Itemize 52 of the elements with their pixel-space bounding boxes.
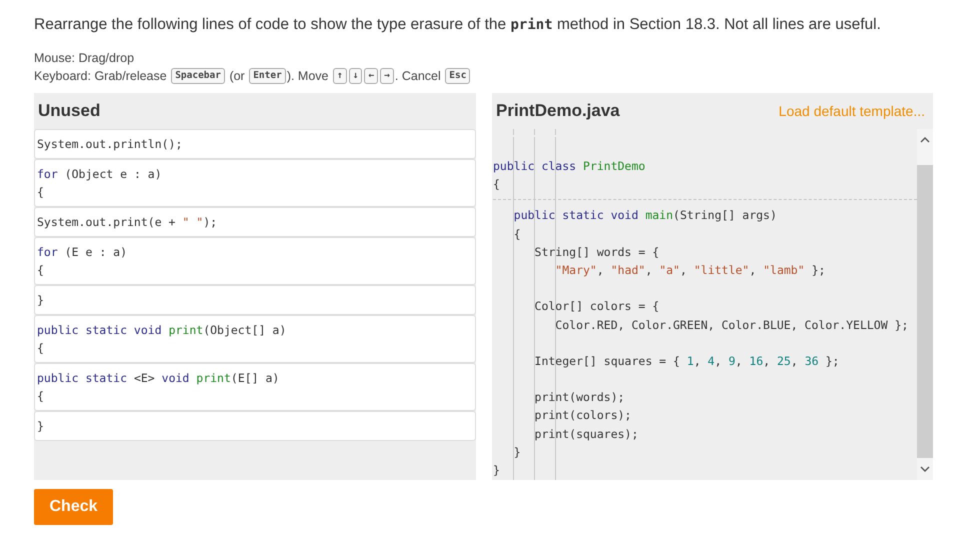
code-line: for (E e : a) xyxy=(37,244,128,261)
code-line: for (Object e : a) xyxy=(37,166,163,183)
code-line: { xyxy=(493,176,500,194)
code-line: public static void main(String[] args) xyxy=(512,207,777,224)
code-line: { xyxy=(512,226,521,243)
code-tile[interactable]: public static <E> void print(E[] a) { xyxy=(34,363,476,411)
code-line: } xyxy=(493,462,500,479)
file-name: PrintDemo.java xyxy=(496,101,620,121)
code-tile[interactable]: for (E e : a) { xyxy=(34,237,476,285)
code-tile[interactable]: public static void print(Object[] a) { xyxy=(34,315,476,363)
help-text: Mouse: Drag/drop xyxy=(34,51,134,65)
code-line: Integer[] squares = { 1, 4, 9, 16, 25, 36 }; xyxy=(534,352,840,370)
code-line: public static void print(Object[] a) xyxy=(37,322,288,339)
code-line: { xyxy=(37,388,45,405)
code-tile[interactable]: for (Object e : a) { xyxy=(34,159,476,207)
code-line: System.out.println(); xyxy=(37,136,184,153)
help-text: Keyboard: Grab/release xyxy=(34,69,168,83)
keyboard-key: Enter xyxy=(249,68,286,84)
code-tile[interactable]: } xyxy=(34,411,476,441)
code-line: } xyxy=(37,418,45,435)
keyboard-key: ↑ xyxy=(332,68,347,84)
code-line: public class PrintDemo xyxy=(493,158,646,175)
code-line: String[] words = { xyxy=(534,244,660,261)
code-line: print(squares); xyxy=(534,426,638,443)
code-line: print(words); xyxy=(534,389,625,406)
keyboard-key: ↓ xyxy=(348,68,362,84)
code-line: } xyxy=(37,292,45,309)
code-line: print(colors); xyxy=(534,407,632,424)
code-tile[interactable]: } xyxy=(34,285,476,315)
scroll-up-icon[interactable] xyxy=(920,137,930,143)
code-line: } xyxy=(512,444,521,461)
code-tile[interactable]: System.out.print(e + " "); xyxy=(34,207,476,237)
scroll-down-icon[interactable] xyxy=(920,466,930,472)
keyboard-key: Spacebar xyxy=(171,68,225,84)
help-text: ). Move xyxy=(286,69,330,83)
help-text: (or xyxy=(228,69,246,83)
keyboard-key: ← xyxy=(364,68,378,84)
scrollbar[interactable] xyxy=(917,129,933,480)
keyboard-key: → xyxy=(380,68,394,84)
code-tile[interactable]: System.out.println(); xyxy=(34,129,476,159)
code-line: Color.RED, Color.GREEN, Color.BLUE, Color.YELLOW }; xyxy=(554,316,908,334)
code-line: { xyxy=(37,184,45,201)
help-text: . Cancel xyxy=(394,69,442,83)
code-line: { xyxy=(37,262,45,279)
code-line: public static <E> void print(E[] a) xyxy=(37,370,280,387)
code-line: { xyxy=(37,340,45,357)
code-line: System.out.print(e + " "); xyxy=(37,214,218,231)
keyboard-key: Esc xyxy=(445,68,470,84)
panel-title: Unused xyxy=(38,101,100,121)
instruction-text: Rearrange the following lines of code to show the type erasure of the print method in Section 18.3. Not all lines are useful. xyxy=(34,15,882,35)
code-line: "Mary", "had", "a", "little", "lamb" }; xyxy=(554,262,826,279)
code-line: Color[] colors = { xyxy=(534,298,660,316)
